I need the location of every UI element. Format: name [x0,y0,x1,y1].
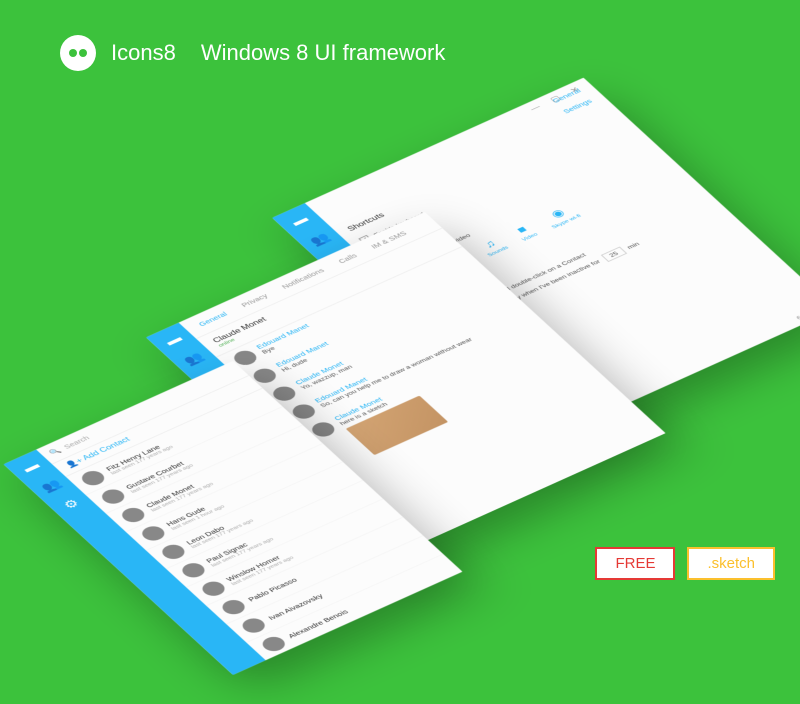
people-icon[interactable]: 👥 [306,230,334,248]
avatar [158,542,189,562]
avatar [288,402,319,422]
cat-wifi[interactable]: ◉Skype wi-fi [539,203,582,230]
avatar [118,505,149,525]
avatar [98,487,129,507]
book-icon[interactable]: ▬ [160,332,188,350]
icons8-logo [60,35,96,71]
book-icon[interactable]: ▬ [286,212,314,230]
avatar [249,366,280,386]
cat-video[interactable]: ■Video [510,222,540,243]
search-icon: 🔍 [47,447,62,457]
avatar [238,616,269,636]
avatar [138,524,169,544]
tab-privacy[interactable]: Privacy [239,292,269,308]
avatar [178,560,209,580]
avatar [258,634,289,654]
brand-name: Icons8 [111,40,176,66]
avatar [198,579,229,599]
page-header: Icons8 Windows 8 UI framework [60,35,445,71]
sketch-badge[interactable]: .sketch [687,547,775,580]
avatar [78,468,109,488]
people-icon[interactable]: 👥 [180,350,208,368]
add-user-icon: 👤+ [64,457,85,470]
tagline: Windows 8 UI framework [201,40,446,66]
tab-general[interactable]: General [197,311,229,328]
isometric-scene: ▬ 👥 ⚙ General Settings Shortcuts ✓ Enabl… [0,56,800,704]
download-badges: FREE .sketch [595,547,775,580]
image-attachment[interactable] [346,396,448,456]
avatar [218,597,249,617]
gear-icon[interactable]: ⚙ [58,495,86,513]
free-badge[interactable]: FREE [595,547,675,580]
cat-sounds[interactable]: ♫Sounds [476,235,511,258]
avatar [278,653,309,661]
people-icon[interactable]: 👥 [38,477,66,495]
clock: 6:19 PM [795,305,800,321]
book-icon[interactable]: ▬ [17,458,45,476]
